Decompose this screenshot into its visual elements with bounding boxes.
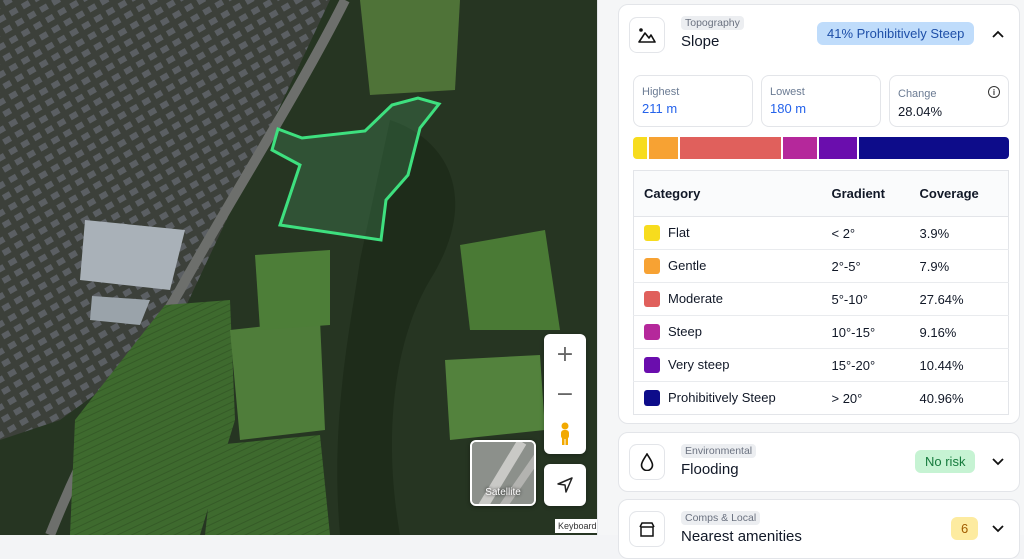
gradient-cell: 15°-20° xyxy=(821,348,910,382)
slope-badge: 41% Prohibitively Steep xyxy=(817,22,975,45)
gradient-cell: 10°-15° xyxy=(821,315,910,349)
category-label: Moderate xyxy=(668,290,723,306)
slope-table: Category Gradient Coverage Flat < 2° 3.9% G… xyxy=(633,170,1009,415)
bar-segment xyxy=(680,137,782,159)
flooding-card[interactable]: Environmental Flooding No risk xyxy=(618,432,1020,492)
satellite-map[interactable]: + − Satellite Keyboard xyxy=(0,0,597,535)
flooding-badge: No risk xyxy=(915,450,976,473)
table-row: Steep 10°-15° 9.16% xyxy=(633,315,1009,349)
amenities-kicker: Comps & Local xyxy=(681,511,761,525)
gradient-cell: 5°-10° xyxy=(821,282,910,316)
water-drop-icon xyxy=(629,444,665,480)
table-row: Prohibitively Steep > 20° 40.96% xyxy=(634,382,1009,415)
satellite-toggle-button[interactable]: Satellite xyxy=(470,440,536,506)
keyboard-shortcuts-link[interactable]: Keyboard xyxy=(555,519,597,533)
property-panel: Topography Slope 41% Prohibitively Steep… xyxy=(597,0,1024,559)
coverage-cell: 40.96% xyxy=(919,390,964,406)
category-cell: Moderate xyxy=(633,282,822,316)
chevron-down-icon[interactable] xyxy=(991,522,1005,536)
coverage-cell: 3.9% xyxy=(909,216,1009,250)
bar-segment xyxy=(649,137,679,159)
pegman-icon[interactable] xyxy=(544,414,586,454)
category-label: Gentle xyxy=(668,257,707,273)
store-icon xyxy=(629,511,665,547)
coverage-cell: 7.9% xyxy=(909,249,1009,283)
navigation-arrow-icon xyxy=(557,477,573,493)
category-label: Flat xyxy=(668,224,690,240)
category-cell: Very steep xyxy=(633,348,822,382)
header-coverage: Coverage xyxy=(909,170,1009,217)
stat-change: Change 28.04% i xyxy=(889,75,1009,127)
category-swatch xyxy=(644,258,660,275)
bar-segment xyxy=(783,137,817,159)
category-swatch xyxy=(644,357,660,374)
category-cell: Steep xyxy=(633,315,822,349)
category-swatch xyxy=(644,390,660,407)
coverage-cell: 10.44% xyxy=(909,348,1009,382)
category-swatch xyxy=(644,291,660,308)
flooding-kicker: Environmental xyxy=(681,444,757,458)
slope-kicker: Topography xyxy=(681,16,744,30)
category-cell: Gentle xyxy=(633,249,822,283)
amenities-title: Nearest amenities xyxy=(681,528,802,545)
zoom-in-button[interactable]: + xyxy=(544,334,586,374)
category-label: Prohibitively Steep xyxy=(668,389,776,405)
table-row: Flat < 2° 3.9% xyxy=(633,216,1009,250)
header-gradient: Gradient xyxy=(821,170,910,217)
slope-card: Topography Slope 41% Prohibitively Steep… xyxy=(618,4,1020,424)
slope-title: Slope xyxy=(681,33,720,50)
bar-segment xyxy=(818,137,858,159)
category-label: Steep xyxy=(668,323,702,339)
chevron-down-icon[interactable] xyxy=(991,455,1005,469)
gradient-cell: < 2° xyxy=(821,216,910,250)
coverage-cell: 9.16% xyxy=(909,315,1009,349)
gradient-cell: 2°-5° xyxy=(821,249,910,283)
slope-distribution-bar xyxy=(633,137,1009,159)
bar-segment xyxy=(633,137,648,159)
zoom-out-button[interactable]: − xyxy=(544,374,586,414)
info-icon[interactable]: i xyxy=(988,86,1000,98)
mountain-icon xyxy=(629,17,665,53)
flooding-title: Flooding xyxy=(681,461,739,478)
stat-lowest: Lowest 180 m xyxy=(761,75,881,127)
category-cell: Prohibitively Steep xyxy=(634,382,822,415)
header-category: Category xyxy=(633,170,822,217)
gradient-cell: > 20° xyxy=(831,390,863,406)
amenities-card[interactable]: Comps & Local Nearest amenities 6 xyxy=(618,499,1020,559)
category-swatch xyxy=(644,225,660,242)
zoom-control: + − xyxy=(544,334,586,454)
stat-highest: Highest 211 m xyxy=(633,75,753,127)
category-cell: Flat xyxy=(633,216,822,250)
amenities-badge: 6 xyxy=(951,517,979,540)
bar-segment xyxy=(859,137,1009,159)
category-swatch xyxy=(644,324,660,341)
coverage-cell: 27.64% xyxy=(909,282,1009,316)
category-label: Very steep xyxy=(668,356,730,372)
satellite-label: Satellite xyxy=(485,487,521,498)
table-row: Very steep 15°-20° 10.44% xyxy=(633,348,1009,382)
table-row: Gentle 2°-5° 7.9% xyxy=(633,249,1009,283)
locate-button[interactable] xyxy=(544,464,586,506)
slope-card-header[interactable]: Topography Slope 41% Prohibitively Steep xyxy=(619,5,1019,65)
chevron-up-icon[interactable] xyxy=(991,27,1005,41)
table-row: Moderate 5°-10° 27.64% xyxy=(633,282,1009,316)
